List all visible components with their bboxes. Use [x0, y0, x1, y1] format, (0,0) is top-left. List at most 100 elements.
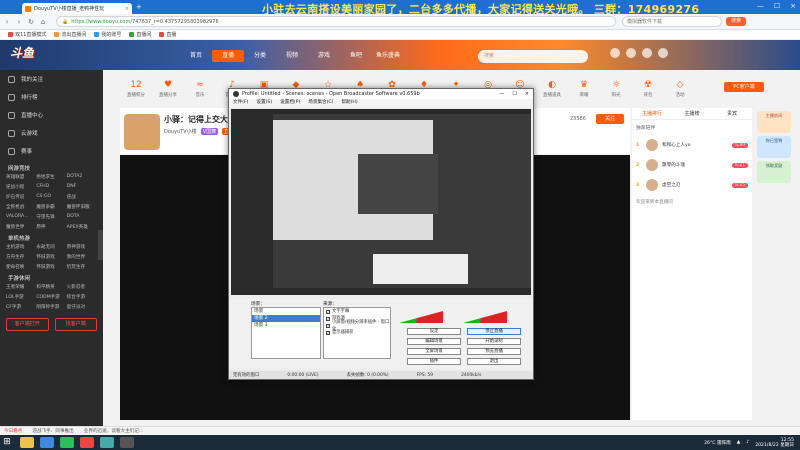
- obs-menu-settings[interactable]: 设置(S): [256, 99, 272, 107]
- category-item[interactable]: 12 直播积分: [120, 80, 152, 98]
- start-recording-button[interactable]: 开始录制: [467, 338, 521, 345]
- streamer-avatar[interactable]: [124, 114, 160, 150]
- checkbox-icon[interactable]: ✓: [326, 330, 330, 335]
- nav-home[interactable]: 首页: [180, 50, 212, 62]
- exit-button[interactable]: 退出: [467, 358, 521, 365]
- sidebar-game-link[interactable]: 蛋仔派对: [67, 304, 97, 310]
- scene-item[interactable]: 场景: [252, 308, 320, 315]
- sidebar-game-link[interactable]: 魔兽争霸: [36, 204, 66, 210]
- sidebar-game-link[interactable]: DNF: [67, 184, 97, 190]
- obs-close-icon[interactable]: ×: [525, 91, 529, 97]
- bookmark-item[interactable]: 我的账号: [94, 31, 121, 38]
- news-item[interactable]: 业界的迅速，读看大主们记...: [84, 428, 144, 434]
- pc-client-button[interactable]: PC客户端: [724, 82, 764, 92]
- sidebar-game-link[interactable]: 英雄联盟: [6, 174, 36, 180]
- category-item[interactable]: ◇ 活动: [664, 80, 696, 98]
- find-client-button[interactable]: 找客户端: [54, 318, 97, 331]
- edit-scene-button[interactable]: 编辑场景: [407, 338, 461, 345]
- network-icon[interactable]: ▲: [737, 440, 741, 445]
- app-icon[interactable]: [100, 437, 114, 448]
- bookmark-item[interactable]: 流出直播间: [54, 31, 86, 38]
- browser-search-input[interactable]: 模拟器软件下载: [622, 16, 722, 27]
- category-item[interactable]: ☢ 背包: [632, 80, 664, 98]
- category-item[interactable]: ☼ 阳光: [600, 80, 632, 98]
- bookmark-item[interactable]: 直播间: [129, 31, 151, 38]
- sidebar-item-center[interactable]: 直播中心: [0, 106, 103, 124]
- bookmark-item[interactable]: 双11直播模式: [8, 31, 46, 38]
- sidebar-game-link[interactable]: 怀旧游戏: [36, 264, 66, 270]
- sidebar-game-link[interactable]: 王者荣耀: [6, 284, 36, 290]
- url-input[interactable]: 🔒 https://www.douyu.com /747637_r=0.4375…: [56, 16, 616, 27]
- sidebar-game-link[interactable]: DOTA: [67, 214, 97, 220]
- checkbox-icon[interactable]: ✓: [326, 309, 330, 314]
- follow-button[interactable]: 关注: [596, 114, 624, 124]
- source-item[interactable]: ✓ 小屏窗/视频分辨率插件 - 窗口化: [324, 320, 390, 332]
- sidebar-game-link[interactable]: 逆战: [67, 194, 97, 200]
- back-icon[interactable]: ‹: [2, 18, 12, 26]
- close-window-icon[interactable]: ×: [790, 2, 796, 10]
- sidebar-game-link[interactable]: CODM手游: [36, 294, 66, 300]
- clock[interactable]: 12:55 2021/8/22 星期日: [755, 438, 794, 448]
- tab-close-icon[interactable]: ×: [125, 6, 129, 12]
- nav-yuba[interactable]: 鱼吧: [340, 50, 372, 62]
- sidebar-game-link[interactable]: CFHD: [36, 184, 66, 190]
- checkbox-icon[interactable]: ✓: [326, 316, 330, 321]
- forward-icon[interactable]: ›: [14, 18, 24, 26]
- sidebar-game-link[interactable]: 魔兽世界: [6, 224, 36, 230]
- wechat-icon[interactable]: [60, 437, 74, 448]
- sidebar-game-link[interactable]: APEX英雄: [67, 224, 97, 230]
- file-explorer-icon[interactable]: [20, 437, 34, 448]
- bookmark-item[interactable]: 直播: [159, 31, 176, 38]
- sidebar-item-follow[interactable]: 我的关注: [0, 70, 103, 88]
- sidebar-game-link[interactable]: LOL手游: [6, 294, 36, 300]
- fullscreen-scene-button[interactable]: 全屏场景: [407, 348, 461, 355]
- browser-tab[interactable]: DouyuTV小楼直播_老鸭神性玩 ×: [22, 3, 132, 14]
- sidebar-item-esports[interactable]: 赛事: [0, 142, 103, 160]
- sidebar-item-rank[interactable]: 排行榜: [0, 88, 103, 106]
- sidebar-game-link[interactable]: 火影忍者: [67, 284, 97, 290]
- sidebar-game-link[interactable]: 使命召唤: [6, 264, 36, 270]
- obs-menu-help[interactable]: 帮助(H): [341, 99, 357, 107]
- sidebar-game-link[interactable]: 主机游戏: [6, 244, 36, 250]
- source-item[interactable]: ✓ 文字字幕: [324, 308, 390, 315]
- nav-game[interactable]: 游戏: [308, 50, 340, 62]
- sidebar-game-link[interactable]: VALORA...: [6, 214, 36, 220]
- browser-search-button[interactable]: 搜索: [726, 17, 746, 26]
- refresh-icon[interactable]: ↻: [26, 18, 36, 26]
- download-icon[interactable]: [626, 48, 636, 58]
- news-tag[interactable]: 今日看点: [4, 428, 22, 434]
- checkbox-icon[interactable]: ✓: [326, 323, 330, 328]
- sidebar-game-link[interactable]: 方舟生存: [6, 254, 36, 260]
- sidebar-game-link[interactable]: CF手游: [6, 304, 36, 310]
- site-search-input[interactable]: 搜索: [478, 50, 588, 63]
- nav-category[interactable]: 分类: [244, 50, 276, 62]
- category-item[interactable]: ≈ 音乐: [184, 80, 216, 98]
- nav-video[interactable]: 视频: [276, 50, 308, 62]
- scene-item[interactable]: 场景 3: [252, 322, 320, 329]
- preview-stream-button[interactable]: 预览直播: [467, 348, 521, 355]
- settings-button[interactable]: 设定: [407, 328, 461, 335]
- nav-live[interactable]: 直播: [212, 50, 244, 62]
- sidebar-game-link[interactable]: 综合手游: [67, 294, 97, 300]
- open-client-button[interactable]: 客户端打开: [6, 318, 49, 331]
- sidebar-game-link[interactable]: 绝地求生: [36, 174, 66, 180]
- owner-name[interactable]: DouyuTV小楼: [164, 128, 197, 135]
- minimize-icon[interactable]: —: [757, 2, 764, 10]
- windows-start-icon[interactable]: ⊞: [0, 435, 14, 450]
- rank-row[interactable]: 2 飘零的斗魂 lv.21: [632, 155, 752, 175]
- widget-reward[interactable]: 领取奖励: [757, 161, 791, 183]
- message-icon[interactable]: [642, 48, 652, 58]
- category-item[interactable]: ♥ 直播分享: [152, 80, 184, 98]
- sidebar-game-link[interactable]: CS:GO: [36, 194, 66, 200]
- douyu-logo[interactable]: 斗鱼: [10, 44, 96, 66]
- widget-room[interactable]: 主播房间: [757, 111, 791, 133]
- category-item[interactable]: ◐ 直播道具: [536, 80, 568, 98]
- obs-maximize-icon[interactable]: ☐: [512, 91, 516, 97]
- sidebar-game-link[interactable]: 全民枪战: [6, 204, 36, 210]
- mic-volume-slider[interactable]: [463, 311, 507, 323]
- sidebar-game-link[interactable]: 魔兽怀旧服: [67, 204, 97, 210]
- obs-menu-profile[interactable]: 设置档(P): [280, 99, 300, 107]
- desktop-volume-slider[interactable]: [399, 311, 443, 323]
- app-icon[interactable]: [80, 437, 94, 448]
- stop-stream-button[interactable]: 停止直播: [467, 328, 521, 335]
